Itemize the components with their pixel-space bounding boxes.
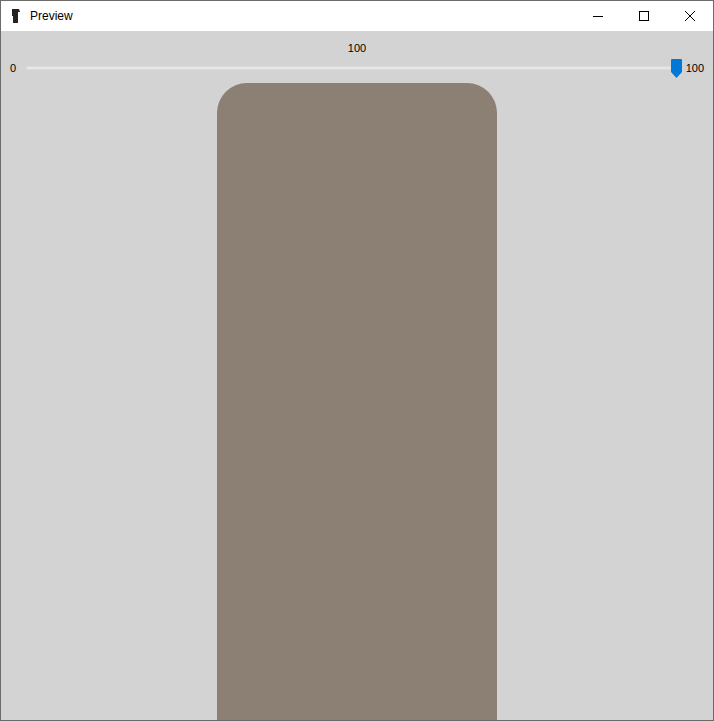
app-icon: [10, 8, 22, 24]
close-button[interactable]: [667, 1, 713, 31]
preview-window: Preview 100 0 100: [0, 0, 714, 721]
title-bar[interactable]: Preview: [1, 1, 713, 31]
minimize-button[interactable]: [575, 1, 621, 31]
slider-value: 100: [348, 41, 366, 55]
slider-min-label: 0: [10, 60, 16, 77]
minimize-icon: [593, 11, 603, 21]
maximize-icon: [639, 11, 649, 21]
slider-track: [26, 66, 676, 70]
model-render: [217, 83, 497, 720]
render-viewport[interactable]: [1, 83, 713, 720]
slider-panel: 100 0 100: [1, 31, 713, 83]
slider-thumb[interactable]: [671, 59, 682, 78]
maximize-button[interactable]: [621, 1, 667, 31]
close-icon: [685, 11, 695, 21]
window-title: Preview: [30, 7, 73, 25]
slider-max-label: 100: [686, 60, 704, 77]
slider-thumb-icon: [671, 59, 682, 78]
slider[interactable]: [26, 58, 676, 78]
